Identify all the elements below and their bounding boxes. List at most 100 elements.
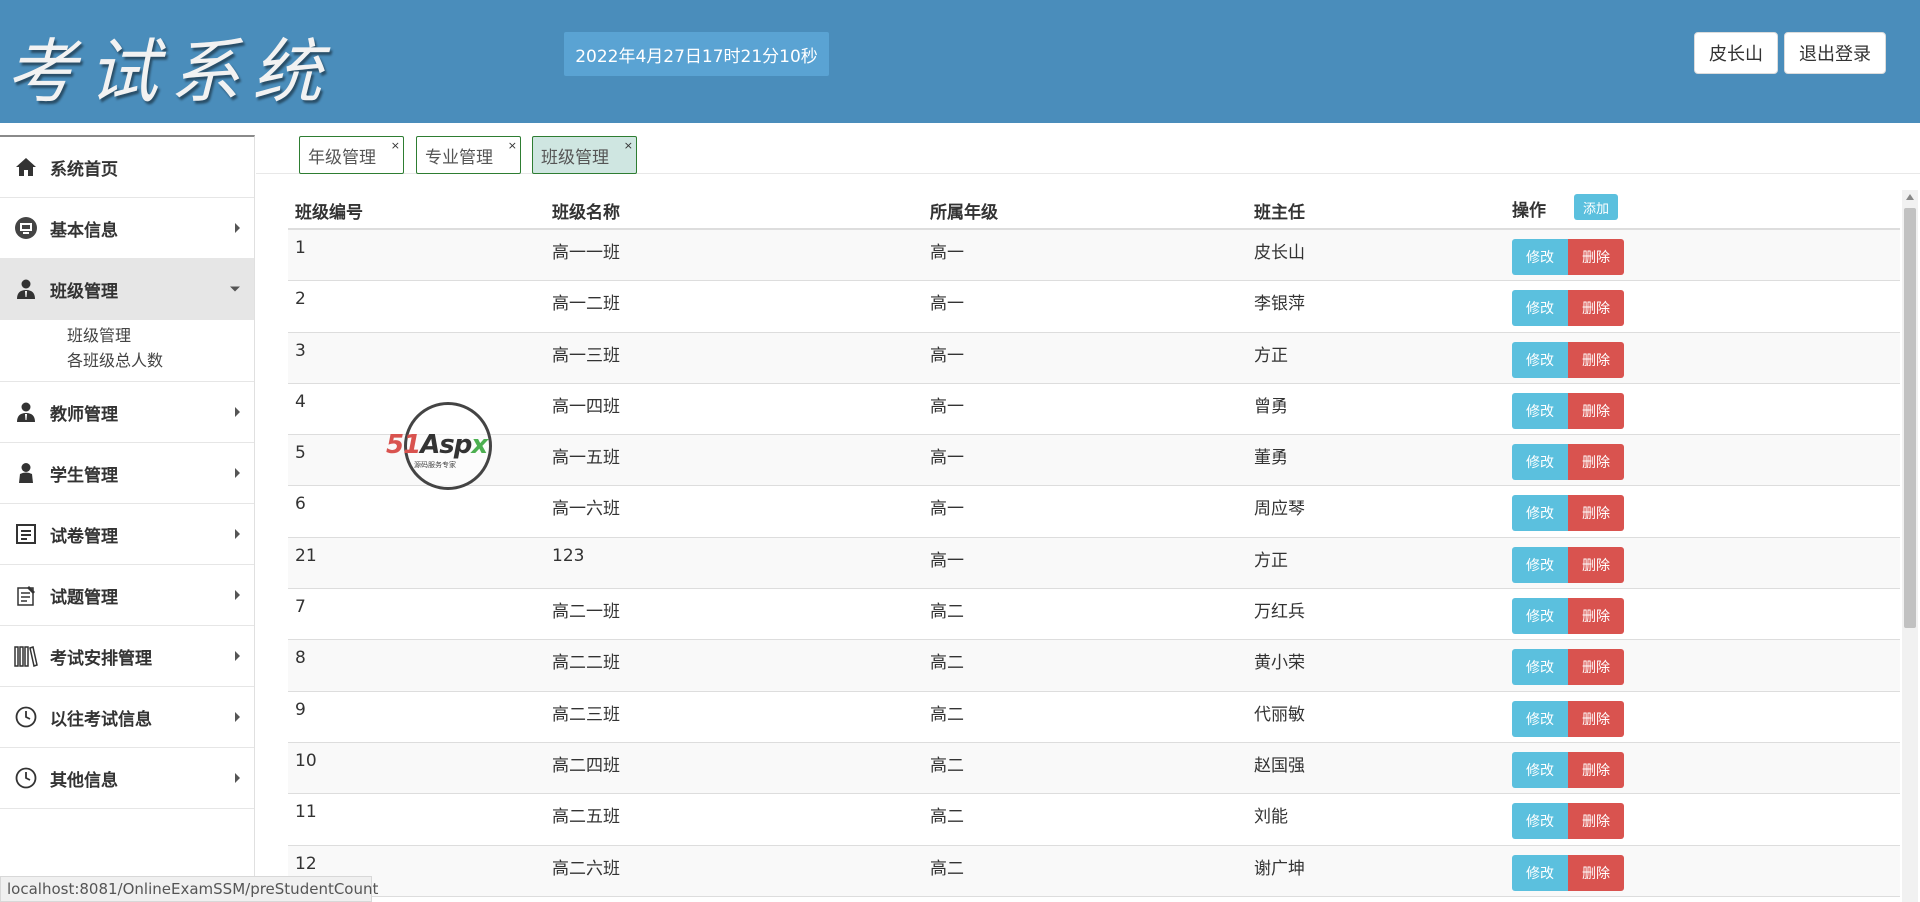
logout-button[interactable]: 退出登录 xyxy=(1784,32,1886,74)
column-header: 班级名称 xyxy=(552,203,620,223)
class-id-cell: 4 xyxy=(295,391,306,412)
delete-button[interactable]: 删除 xyxy=(1568,700,1624,737)
sidebar-item-label: 基本信息 xyxy=(50,220,118,241)
delete-button[interactable]: 删除 xyxy=(1568,239,1624,275)
row-actions: 修改 删除 xyxy=(1512,649,1624,686)
table-row: 8 高二二班 高二 黄小荣 修改 删除 xyxy=(288,640,1900,692)
edit-button[interactable]: 修改 xyxy=(1512,392,1568,429)
row-actions: 修改 删除 xyxy=(1512,803,1624,840)
class-name-cell: 高一三班 xyxy=(552,345,620,366)
tab-grade-management[interactable]: 年级管理 × xyxy=(299,136,404,174)
delete-button[interactable]: 删除 xyxy=(1568,341,1624,378)
table-row: 2 高一二班 高一 李银萍 修改 删除 xyxy=(288,281,1900,333)
table-row: 11 高二五班 高二 刘能 修改 删除 xyxy=(288,794,1900,846)
tab-major-management[interactable]: 专业管理 × xyxy=(416,136,521,174)
sidebar-item-student-management[interactable]: 学生管理 xyxy=(0,443,254,504)
edit-button[interactable]: 修改 xyxy=(1512,700,1568,737)
column-header: 班级编号 xyxy=(295,203,363,223)
delete-button[interactable]: 删除 xyxy=(1568,803,1624,840)
column-header: 操作 xyxy=(1512,201,1546,221)
class-id-cell: 11 xyxy=(295,802,317,823)
clock-icon xyxy=(14,705,38,729)
class-name-cell: 高一六班 xyxy=(552,499,620,520)
column-header: 班主任 xyxy=(1254,203,1305,223)
close-icon[interactable]: × xyxy=(508,140,517,151)
sidebar-item-home[interactable]: 系统首页 xyxy=(0,137,254,198)
user-button[interactable]: 皮长山 xyxy=(1694,32,1778,74)
subnav-class-student-count[interactable]: 各班级总人数 xyxy=(67,348,254,373)
delete-button[interactable]: 删除 xyxy=(1568,290,1624,327)
grade-cell: 高一 xyxy=(930,396,964,417)
delete-button[interactable]: 删除 xyxy=(1568,495,1624,532)
delete-button[interactable]: 删除 xyxy=(1568,444,1624,481)
edit-button[interactable]: 修改 xyxy=(1512,495,1568,532)
row-actions: 修改 删除 xyxy=(1512,444,1624,481)
delete-button[interactable]: 删除 xyxy=(1568,854,1624,891)
sidebar-item-paper-management[interactable]: 试卷管理 xyxy=(0,504,254,565)
close-icon[interactable]: × xyxy=(624,140,633,151)
chevron-right-icon xyxy=(235,468,240,478)
row-actions: 修改 删除 xyxy=(1512,854,1624,891)
sidebar-item-past-exams[interactable]: 以往考试信息 xyxy=(0,687,254,748)
class-id-cell: 10 xyxy=(295,750,317,771)
sidebar-item-label: 教师管理 xyxy=(50,404,118,425)
table-row: 9 高二三班 高二 代丽敏 修改 删除 xyxy=(288,692,1900,743)
edit-button[interactable]: 修改 xyxy=(1512,444,1568,481)
grade-cell: 高二 xyxy=(930,653,964,674)
tab-class-management[interactable]: 班级管理 × xyxy=(532,136,637,174)
table-row: 12 高二六班 高二 谢广坤 修改 删除 xyxy=(288,845,1900,897)
head-teacher-cell: 赵国强 xyxy=(1254,755,1305,776)
grade-cell: 高二 xyxy=(930,858,964,879)
edit-button[interactable]: 修改 xyxy=(1512,854,1568,891)
sidebar-submenu: 班级管理 各班级总人数 xyxy=(0,320,254,382)
edit-button[interactable]: 修改 xyxy=(1512,649,1568,686)
edit-button[interactable]: 修改 xyxy=(1512,546,1568,583)
home-icon xyxy=(14,155,38,179)
table-row: 5 高一五班 高一 董勇 修改 删除 xyxy=(288,435,1900,487)
subnav-class-management[interactable]: 班级管理 xyxy=(67,323,254,348)
scrollbar[interactable] xyxy=(1902,190,1918,902)
notepad-icon xyxy=(14,583,38,607)
edit-button[interactable]: 修改 xyxy=(1512,803,1568,840)
delete-button[interactable]: 删除 xyxy=(1568,598,1624,635)
class-name-cell: 高一五班 xyxy=(552,448,620,469)
sidebar-item-label: 以往考试信息 xyxy=(50,709,152,730)
clock-icon xyxy=(14,766,38,790)
edit-button[interactable]: 修改 xyxy=(1512,598,1568,635)
sidebar-item-label: 其他信息 xyxy=(50,770,118,791)
delete-button[interactable]: 删除 xyxy=(1568,546,1624,583)
head-teacher-cell: 周应琴 xyxy=(1254,499,1305,520)
sidebar-item-other-info[interactable]: 其他信息 xyxy=(0,748,254,809)
edit-button[interactable]: 修改 xyxy=(1512,751,1568,788)
sidebar-item-basic-info[interactable]: 基本信息 xyxy=(0,198,254,259)
close-icon[interactable]: × xyxy=(391,140,400,151)
row-actions: 修改 删除 xyxy=(1512,290,1624,327)
sidebar-item-teacher-management[interactable]: 教师管理 xyxy=(0,382,254,443)
sidebar-item-exam-schedule[interactable]: 考试安排管理 xyxy=(0,626,254,687)
sidebar-item-class-management[interactable]: 班级管理 xyxy=(0,259,254,320)
head-teacher-cell: 代丽敏 xyxy=(1254,704,1305,725)
sidebar-item-question-management[interactable]: 试题管理 xyxy=(0,565,254,626)
delete-button[interactable]: 删除 xyxy=(1568,649,1624,686)
delete-button[interactable]: 删除 xyxy=(1568,751,1624,788)
add-button[interactable]: 添加 xyxy=(1574,194,1618,220)
class-name-cell: 高二四班 xyxy=(552,755,620,776)
table-row: 21 123 高一 方正 修改 删除 xyxy=(288,537,1900,590)
edit-button[interactable]: 修改 xyxy=(1512,341,1568,378)
table-row: 6 高一六班 高一 周应琴 修改 删除 xyxy=(288,486,1900,538)
grade-cell: 高一 xyxy=(930,294,964,315)
tab-label: 年级管理 xyxy=(308,147,376,168)
edit-button[interactable]: 修改 xyxy=(1512,290,1568,327)
table-row: 1 高一一班 高一 皮长山 修改 删除 xyxy=(288,230,1900,282)
chevron-right-icon xyxy=(235,773,240,783)
class-name-cell: 123 xyxy=(552,545,585,566)
table-header: 班级编号 班级名称 所属年级 班主任 操作 添加 xyxy=(288,188,1900,230)
class-name-cell: 高二三班 xyxy=(552,704,620,725)
sidebar-item-label: 考试安排管理 xyxy=(50,648,152,669)
scrollbar-thumb[interactable] xyxy=(1904,208,1916,628)
delete-button[interactable]: 删除 xyxy=(1568,392,1624,429)
edit-button[interactable]: 修改 xyxy=(1512,239,1568,275)
row-actions: 修改 删除 xyxy=(1512,341,1624,378)
scroll-up-icon[interactable] xyxy=(1906,194,1914,200)
sidebar: 系统首页 基本信息 班级管理 班级管理 各班级总人数 教师管理 学生管理 试卷管… xyxy=(0,135,255,902)
